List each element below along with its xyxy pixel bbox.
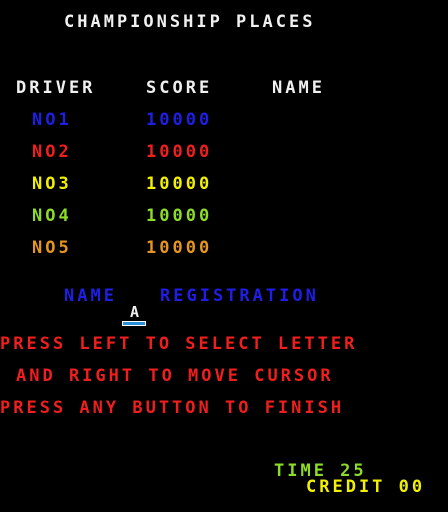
score-value: 10000 (146, 174, 213, 194)
instruction-line: PRESS LEFT TO SELECT LETTER (0, 334, 358, 354)
rank-label: NO1 (32, 110, 72, 130)
column-header-score: SCORE (146, 78, 213, 98)
rank-label: NO2 (32, 142, 72, 162)
credit-counter: CREDIT 00 (306, 477, 426, 497)
rank-label: NO3 (32, 174, 72, 194)
column-header-name: NAME (272, 78, 325, 98)
score-value: 10000 (146, 206, 213, 226)
screen-title: CHAMPIONSHIP PLACES (64, 12, 316, 32)
score-value: 10000 (146, 238, 213, 258)
score-value: 10000 (146, 110, 213, 130)
instruction-line: AND RIGHT TO MOVE CURSOR (16, 366, 334, 386)
instruction-line: PRESS ANY BUTTON TO FINISH (0, 398, 345, 418)
letter-cursor (122, 321, 146, 326)
rank-label: NO5 (32, 238, 72, 258)
name-registration-label: NAME (64, 286, 117, 306)
rank-label: NO4 (32, 206, 72, 226)
column-header-driver: DRIVER (16, 78, 96, 98)
registration-label: REGISTRATION (160, 286, 319, 306)
score-value: 10000 (146, 142, 213, 162)
selected-letter[interactable]: A (130, 302, 139, 322)
